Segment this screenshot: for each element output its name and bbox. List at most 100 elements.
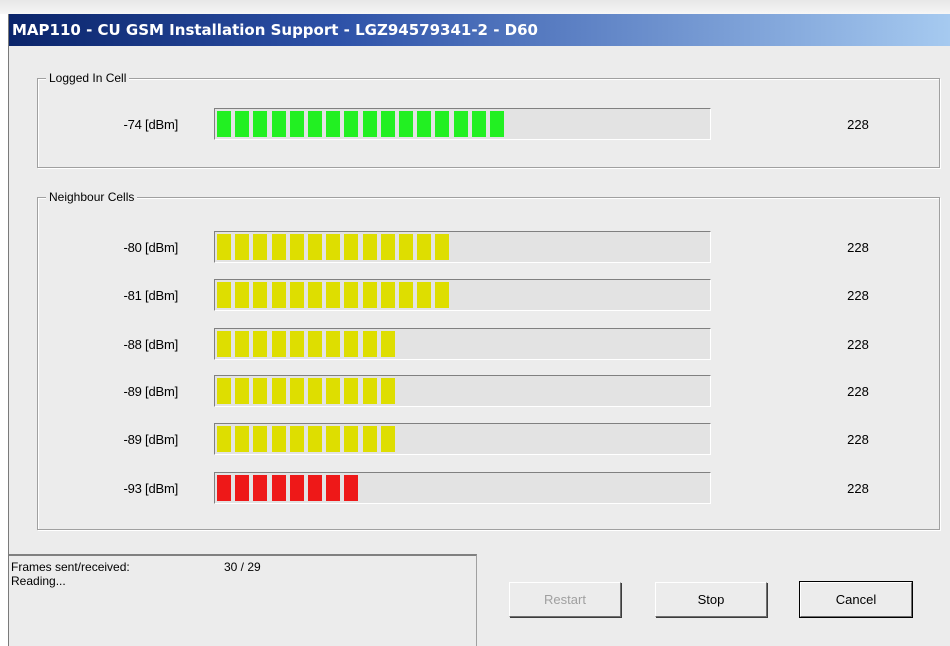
signal-segment	[344, 111, 359, 137]
signal-strength-fill	[217, 331, 708, 357]
restart-button[interactable]: Restart	[509, 582, 621, 617]
signal-dbm-label: -89 [dBm]	[123, 384, 178, 399]
signal-segment	[235, 426, 250, 452]
signal-dbm-label: -80 [dBm]	[123, 240, 178, 255]
signal-segment	[308, 426, 322, 452]
signal-segment	[326, 331, 341, 357]
neighbour-cell-row: -81 [dBm] 228	[38, 279, 938, 313]
signal-segment	[289, 111, 304, 137]
signal-segment	[471, 111, 486, 137]
signal-segment	[308, 331, 322, 357]
signal-strength-bar	[214, 108, 711, 140]
signal-segment	[417, 234, 432, 260]
signal-segment	[435, 282, 450, 308]
signal-segment	[344, 331, 359, 357]
signal-strength-fill	[217, 426, 708, 452]
signal-segment	[344, 282, 359, 308]
signal-value: 228	[847, 481, 869, 496]
signal-segment	[235, 282, 250, 308]
signal-segment	[399, 111, 413, 137]
logged-in-cell-row: -74 [dBm] 228	[38, 108, 938, 142]
signal-value: 228	[847, 288, 869, 303]
signal-strength-fill	[217, 111, 708, 137]
signal-strength-fill	[217, 234, 708, 260]
signal-segment	[362, 378, 377, 404]
signal-strength-fill	[217, 282, 708, 308]
signal-segment	[253, 378, 268, 404]
signal-strength-fill	[217, 475, 708, 501]
signal-segment	[380, 378, 395, 404]
signal-segment	[289, 378, 304, 404]
signal-value: 228	[847, 117, 869, 132]
neighbour-cell-row: -80 [dBm] 228	[38, 231, 938, 265]
dialog-window: MAP110 - CU GSM Installation Support - L…	[8, 14, 950, 646]
signal-segment	[326, 475, 341, 501]
signal-segment	[417, 111, 432, 137]
signal-segment	[399, 234, 413, 260]
signal-strength-bar	[214, 423, 711, 455]
signal-segment	[380, 426, 395, 452]
signal-strength-bar	[214, 472, 711, 504]
background-strip	[0, 0, 950, 14]
signal-segment	[271, 426, 286, 452]
signal-segment	[308, 234, 322, 260]
signal-segment	[253, 426, 268, 452]
signal-segment	[435, 234, 450, 260]
signal-segment	[289, 282, 304, 308]
logged-in-cell-label: Logged In Cell	[46, 70, 130, 86]
signal-segment	[253, 234, 268, 260]
signal-segment	[380, 234, 395, 260]
signal-segment	[271, 111, 286, 137]
signal-segment	[362, 234, 377, 260]
signal-segment	[362, 282, 377, 308]
signal-segment	[344, 475, 359, 501]
signal-value: 228	[847, 240, 869, 255]
signal-segment	[217, 282, 231, 308]
signal-segment	[308, 475, 322, 501]
signal-segment	[326, 282, 341, 308]
stop-button[interactable]: Stop	[655, 582, 767, 617]
signal-segment	[326, 234, 341, 260]
signal-segment	[217, 475, 231, 501]
signal-strength-bar	[214, 375, 711, 407]
signal-segment	[235, 111, 250, 137]
signal-segment	[435, 111, 450, 137]
cancel-button[interactable]: Cancel	[799, 581, 913, 618]
frames-label: Frames sent/received:	[11, 560, 130, 574]
signal-segment	[289, 426, 304, 452]
signal-segment	[289, 234, 304, 260]
signal-segment	[235, 234, 250, 260]
signal-segment	[453, 111, 468, 137]
signal-segment	[490, 111, 504, 137]
signal-segment	[399, 282, 413, 308]
signal-strength-bar	[214, 279, 711, 311]
signal-segment	[271, 475, 286, 501]
signal-segment	[326, 111, 341, 137]
signal-segment	[308, 378, 322, 404]
neighbour-cell-row: -89 [dBm] 228	[38, 423, 938, 457]
signal-segment	[235, 475, 250, 501]
signal-segment	[308, 111, 322, 137]
signal-segment	[380, 331, 395, 357]
signal-strength-bar	[214, 231, 711, 263]
signal-segment	[417, 282, 432, 308]
signal-segment	[253, 331, 268, 357]
signal-segment	[217, 234, 231, 260]
signal-value: 228	[847, 432, 869, 447]
signal-segment	[271, 331, 286, 357]
signal-segment	[326, 426, 341, 452]
signal-segment	[217, 331, 231, 357]
signal-segment	[217, 111, 231, 137]
signal-segment	[235, 331, 250, 357]
neighbour-cell-row: -89 [dBm] 228	[38, 375, 938, 409]
signal-segment	[289, 331, 304, 357]
status-panel: Frames sent/received: 30 / 29 Reading...	[9, 554, 477, 646]
signal-segment	[380, 111, 395, 137]
signal-segment	[344, 378, 359, 404]
signal-dbm-label: -88 [dBm]	[123, 337, 178, 352]
signal-segment	[253, 475, 268, 501]
neighbour-cell-row: -88 [dBm] 228	[38, 328, 938, 362]
signal-value: 228	[847, 384, 869, 399]
signal-segment	[362, 331, 377, 357]
logged-in-cell-group: Logged In Cell -74 [dBm] 228	[37, 70, 940, 168]
